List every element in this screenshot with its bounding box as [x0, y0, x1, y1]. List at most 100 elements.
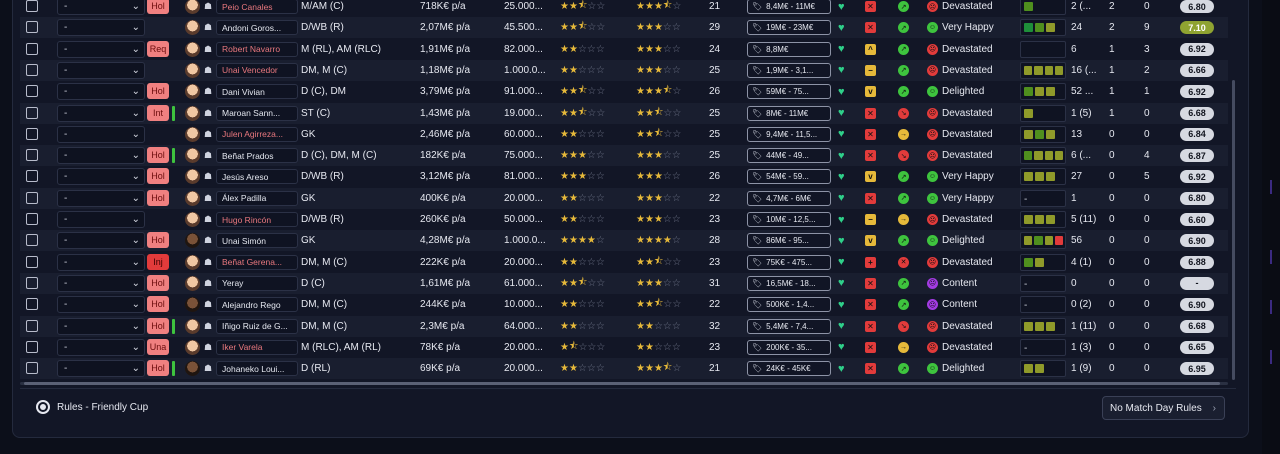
match-day-rules-button[interactable]: No Match Day Rules ›: [1102, 396, 1225, 420]
player-name[interactable]: Beñat Gerena...: [216, 254, 298, 270]
horizontal-scrollbar-thumb[interactable]: [24, 382, 1220, 385]
transfer-value[interactable]: 🏷 16,5M€ - 18...: [747, 275, 831, 291]
transfer-value[interactable]: 🏷 8,4M€ - 11M€: [747, 0, 831, 14]
status-badge[interactable]: Hol: [147, 83, 169, 100]
row-checkbox[interactable]: [26, 170, 38, 183]
selection-dropdown[interactable]: - ⌄: [57, 40, 145, 58]
vertical-scrollbar[interactable]: [1232, 80, 1235, 380]
player-name[interactable]: Yeray: [216, 275, 298, 291]
player-name[interactable]: Unai Simón: [216, 233, 298, 249]
transfer-value[interactable]: 🏷 4,7M€ - 6M€: [747, 190, 831, 206]
transfer-value[interactable]: 🏷 9,4M€ - 11,5...: [747, 126, 831, 142]
status-badge[interactable]: Hol: [147, 274, 169, 291]
table-row[interactable]: - ⌄ Hol ☗ Unai Simón GK 4,28M€ p/a 1.000.0... ★ ★…: [20, 230, 1228, 252]
selection-dropdown[interactable]: - ⌄: [57, 338, 145, 356]
row-checkbox[interactable]: [26, 21, 38, 34]
table-row[interactable]: - ⌄ Hol ☗ Yeray D (C) 1,61M€ p/a 61.000... ★ ★ ⯪ ☆ ☆…: [20, 272, 1228, 294]
transfer-value[interactable]: 🏷 5,4M€ - 7,4...: [747, 318, 831, 334]
status-badge[interactable]: Hol: [147, 147, 169, 164]
row-checkbox[interactable]: [26, 191, 38, 204]
selection-dropdown[interactable]: - ⌄: [57, 253, 145, 271]
table-row[interactable]: - ⌄ Hol ☗ Beñat Prados D (C), DM, M (C) 182K€ …: [20, 145, 1228, 167]
player-name[interactable]: Robert Navarro: [216, 41, 298, 57]
row-checkbox[interactable]: [26, 340, 38, 353]
selection-dropdown[interactable]: - ⌄: [57, 360, 145, 378]
player-name[interactable]: Maroan Sann...: [216, 105, 298, 121]
player-name[interactable]: Iñigo Ruiz de G...: [216, 318, 298, 334]
table-row[interactable]: - ⌄ Hol ☗ Iñigo Ruiz de G... DM, M (C) 2,3M€ p…: [20, 315, 1228, 337]
selection-dropdown[interactable]: - ⌄: [57, 189, 145, 207]
selection-dropdown[interactable]: - ⌄: [57, 317, 145, 335]
selection-dropdown[interactable]: - ⌄: [57, 125, 145, 143]
table-row[interactable]: - ⌄ ☗ Andoni Goros... D/WB (R) 2,07M€ p/a 45.5…: [20, 17, 1228, 39]
row-checkbox[interactable]: [26, 362, 38, 375]
row-checkbox[interactable]: [26, 213, 38, 225]
status-badge[interactable]: Hol: [147, 189, 169, 206]
player-name[interactable]: Dani Vivian: [216, 84, 298, 100]
selection-dropdown[interactable]: - ⌄: [57, 296, 145, 314]
status-badge[interactable]: Hol: [147, 360, 169, 377]
status-badge[interactable]: Hol: [147, 232, 169, 249]
status-badge[interactable]: Hol: [147, 0, 169, 14]
player-name[interactable]: Andoni Goros...: [216, 20, 298, 36]
transfer-value[interactable]: 🏷 54M€ - 59...: [747, 169, 831, 185]
row-checkbox[interactable]: [26, 106, 38, 119]
row-checkbox[interactable]: [26, 0, 38, 12]
table-row[interactable]: - ⌄ Req ☗ Robert Navarro M (RL), AM (RLC) 1,91…: [20, 39, 1228, 60]
row-checkbox[interactable]: [26, 42, 38, 55]
transfer-value[interactable]: 🏷 8M€ - 11M€: [747, 105, 831, 121]
table-row[interactable]: - ⌄ Hol ☗ Álex Padilla GK 400K€ p/a 20.000... ★ ★…: [20, 187, 1228, 209]
row-checkbox[interactable]: [26, 319, 38, 332]
player-name[interactable]: Alejandro Rego: [216, 297, 298, 313]
player-name[interactable]: Jesús Areso: [216, 169, 298, 185]
status-badge[interactable]: Hol: [147, 168, 169, 185]
player-name[interactable]: Beñat Prados: [216, 148, 298, 164]
table-row[interactable]: - ⌄ ☗ Julen Agirreza... GK 2,46M€ p/a 60.000..…: [20, 124, 1228, 145]
status-badge[interactable]: Int: [147, 104, 169, 121]
transfer-value[interactable]: 🏷 200K€ - 35...: [747, 339, 831, 355]
selection-dropdown[interactable]: - ⌄: [57, 0, 145, 15]
table-row[interactable]: - ⌄ Hol ☗ Johaneko Loui... D (RL) 69K€ p/a 20.0…: [20, 358, 1228, 380]
competition-rules[interactable]: Rules - Friendly Cup: [36, 400, 148, 414]
player-name[interactable]: Hugo Rincón: [216, 212, 298, 227]
horizontal-scrollbar[interactable]: [20, 382, 1228, 385]
transfer-value[interactable]: 🏷 24K€ - 45K€: [747, 361, 831, 377]
table-row[interactable]: - ⌄ Hol ☗ Peio Canales M/AM (C) 718K€ p/a 25.00…: [20, 0, 1228, 17]
status-badge[interactable]: Hol: [147, 296, 169, 313]
table-row[interactable]: - ⌄ Hol ☗ Jesús Areso D/WB (R) 3,12M€ p/a 81.00…: [20, 166, 1228, 187]
selection-dropdown[interactable]: - ⌄: [57, 19, 145, 37]
table-row[interactable]: - ⌄ Hol ☗ Alejandro Rego DM, M (C) 244K€ p/a 10…: [20, 294, 1228, 315]
status-badge[interactable]: Req: [147, 40, 169, 57]
selection-dropdown[interactable]: - ⌄: [57, 211, 145, 228]
transfer-value[interactable]: 🏷 1,9M€ - 3,1...: [747, 62, 831, 78]
transfer-value[interactable]: 🏷 59M€ - 75...: [747, 84, 831, 100]
transfer-value[interactable]: 🏷 10M€ - 12,5...: [747, 212, 831, 227]
player-name[interactable]: Iker Varela: [216, 339, 298, 355]
row-checkbox[interactable]: [26, 63, 38, 76]
selection-dropdown[interactable]: - ⌄: [57, 104, 145, 122]
row-checkbox[interactable]: [26, 255, 38, 268]
row-checkbox[interactable]: [26, 298, 38, 311]
player-name[interactable]: Unai Vencedor: [216, 62, 298, 78]
table-row[interactable]: - ⌄ Una ☗ Iker Varela M (RLC), AM (RL) 78K€ p/…: [20, 337, 1228, 358]
player-name[interactable]: Peio Canales: [216, 0, 298, 14]
row-checkbox[interactable]: [26, 234, 38, 247]
status-badge[interactable]: Hol: [147, 317, 169, 334]
status-badge[interactable]: Una: [147, 338, 169, 355]
table-row[interactable]: - ⌄ Int ☗ Maroan Sann... ST (C) 1,43M€ p/a 19.0…: [20, 102, 1228, 124]
table-row[interactable]: - ⌄ ☗ Hugo Rincón D/WB (R) 260K€ p/a 50.000...…: [20, 209, 1228, 230]
player-name[interactable]: Álex Padilla: [216, 190, 298, 206]
selection-dropdown[interactable]: - ⌄: [57, 168, 145, 186]
selection-dropdown[interactable]: - ⌄: [57, 147, 145, 165]
row-checkbox[interactable]: [26, 276, 38, 289]
transfer-value[interactable]: 🏷 44M€ - 49...: [747, 148, 831, 164]
selection-dropdown[interactable]: - ⌄: [57, 232, 145, 250]
transfer-value[interactable]: 🏷 19M€ - 23M€: [747, 20, 831, 36]
table-row[interactable]: - ⌄ ☗ Unai Vencedor DM, M (C) 1,18M€ p/a 1.000…: [20, 59, 1228, 81]
transfer-value[interactable]: 🏷 500K€ - 1,4...: [747, 297, 831, 313]
row-checkbox[interactable]: [26, 127, 38, 140]
transfer-value[interactable]: 🏷 86M€ - 95...: [747, 233, 831, 249]
player-name[interactable]: Julen Agirreza...: [216, 126, 298, 142]
row-checkbox[interactable]: [26, 149, 38, 162]
transfer-value[interactable]: 🏷 8,8M€: [747, 41, 831, 57]
